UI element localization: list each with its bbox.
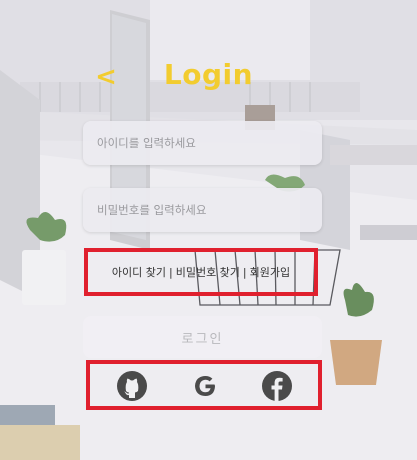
id-input[interactable] — [83, 121, 322, 165]
header: < Login — [0, 58, 417, 98]
separator: | — [242, 265, 247, 279]
google-icon — [195, 376, 215, 396]
account-links: 아이디 찾기 | 비밀번호 찾기 | 회원가입 — [84, 248, 318, 296]
separator: | — [168, 265, 173, 279]
facebook-icon — [262, 371, 292, 401]
login-button[interactable]: 로그인 — [83, 316, 322, 358]
find-id-link[interactable]: 아이디 찾기 — [112, 264, 166, 280]
facebook-login-button[interactable] — [262, 371, 292, 401]
github-login-button[interactable] — [117, 371, 147, 401]
page-title: Login — [163, 58, 254, 91]
social-login-group — [86, 360, 322, 410]
find-password-link[interactable]: 비밀번호 찾기 — [176, 264, 240, 280]
signup-link[interactable]: 회원가입 — [250, 264, 290, 280]
password-input[interactable] — [83, 188, 322, 232]
github-icon — [117, 371, 147, 401]
google-login-button[interactable] — [190, 371, 220, 401]
